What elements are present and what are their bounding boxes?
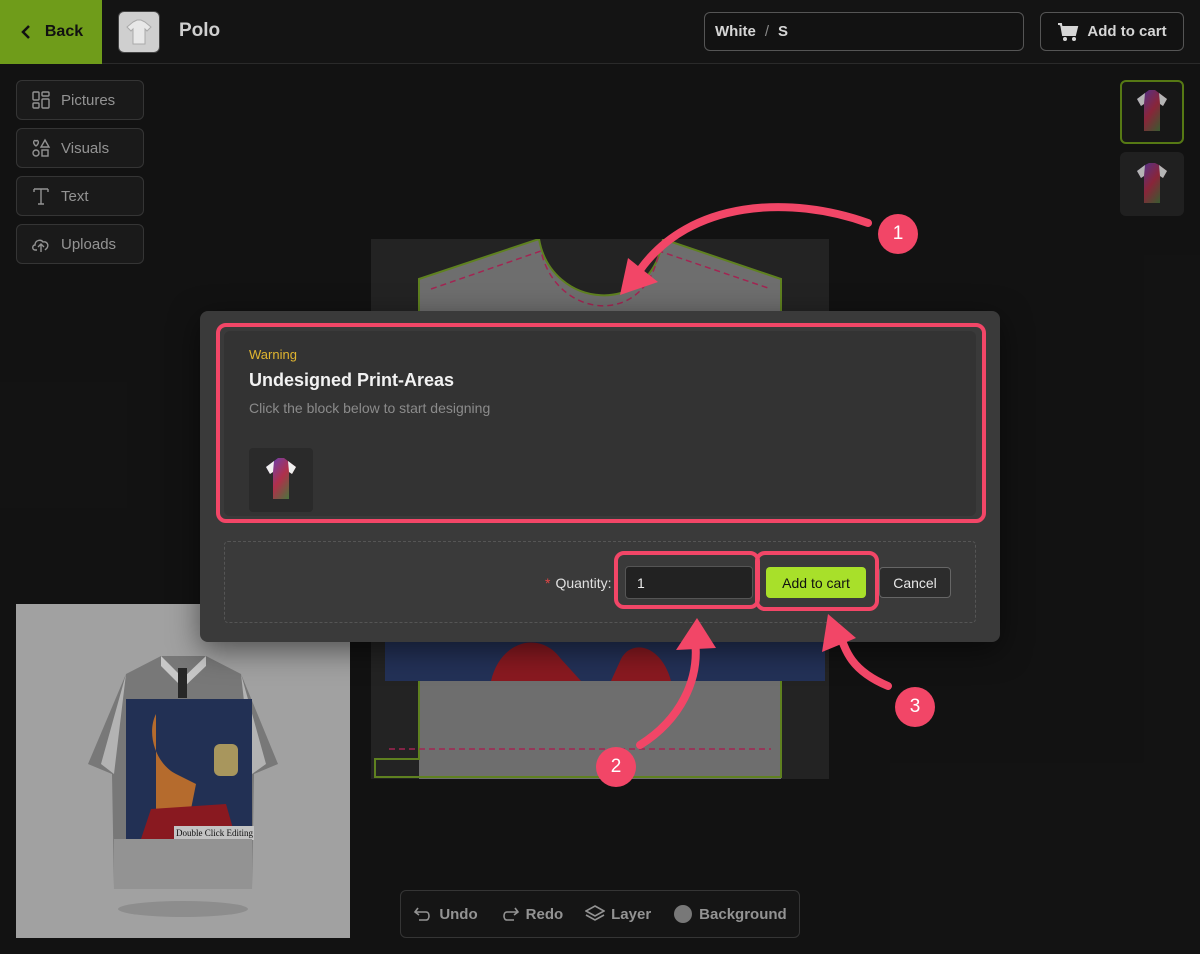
top-bar: Back Polo White / S Add to cart: [0, 0, 1200, 64]
cancel-button[interactable]: Cancel: [879, 567, 951, 598]
variant-selector[interactable]: White / S: [704, 12, 1024, 51]
product-thumbnail[interactable]: [118, 11, 160, 53]
shirt-icon: [126, 19, 152, 45]
annotation-badge-2: 2: [596, 747, 636, 787]
back-button[interactable]: Back: [0, 0, 102, 64]
warning-label: Warning: [249, 347, 297, 362]
undesigned-areas-block: Warning Undesigned Print-Areas Click the…: [224, 331, 976, 516]
modal-subtitle: Click the block below to start designing: [249, 400, 491, 416]
variant-size: S: [778, 23, 789, 40]
annotation-badge-3: 3: [895, 687, 935, 727]
cart-icon: [1058, 22, 1079, 41]
product-name: Polo: [179, 20, 221, 41]
modal-title: Undesigned Print-Areas: [249, 370, 455, 390]
chevron-left-icon: [21, 25, 30, 39]
print-area-thumbnail[interactable]: [249, 448, 313, 512]
quantity-input[interactable]: [625, 566, 753, 599]
back-label: Back: [44, 23, 84, 40]
variant-color: White: [715, 23, 756, 40]
quantity-label-wrap: * Quantity:: [545, 575, 612, 591]
modal-footer: *Quantity: Add to cart Cancel: [224, 541, 976, 623]
modal-add-to-cart-button[interactable]: Add to cart: [766, 567, 866, 598]
top-add-to-cart-button[interactable]: Add to cart: [1040, 12, 1184, 51]
quantity-label: Quantity: [555, 575, 608, 591]
top-add-to-cart-label: Add to cart: [1087, 23, 1167, 40]
required-marker: *: [545, 575, 551, 591]
shirt-print-area-icon: [266, 458, 296, 499]
variant-separator: /: [764, 23, 769, 40]
annotation-badge-1: 1: [878, 214, 918, 254]
warning-modal: Warning Undesigned Print-Areas Click the…: [200, 311, 1000, 642]
